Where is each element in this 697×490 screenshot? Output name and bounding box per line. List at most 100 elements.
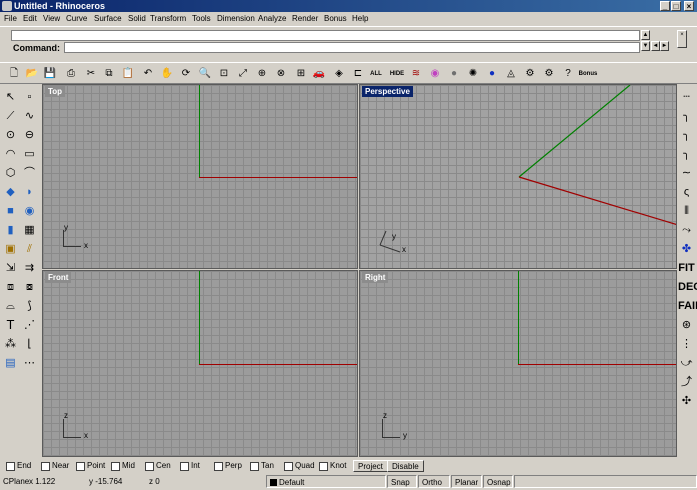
menu-dimension[interactable]: Dimension bbox=[217, 12, 255, 25]
viewport-label-front[interactable]: Front bbox=[45, 272, 72, 283]
osnap-knot-checkbox[interactable] bbox=[319, 462, 328, 471]
light-icon[interactable]: ◬ bbox=[503, 66, 519, 82]
curve-tool-2-icon[interactable]: ╮ bbox=[678, 108, 695, 124]
undo-icon[interactable]: ↶ bbox=[140, 66, 156, 82]
group-icon[interactable]: ⁂ bbox=[2, 336, 19, 352]
osnap-cen-checkbox[interactable] bbox=[145, 462, 154, 471]
move-icon[interactable]: ⇉ bbox=[21, 260, 38, 276]
viewport-top[interactable]: Top y x bbox=[42, 84, 358, 269]
zoom-extents-icon[interactable]: ⤢ bbox=[235, 66, 251, 82]
zoom-dynamic-icon[interactable]: 🔍 bbox=[197, 66, 213, 82]
ellipse-icon[interactable]: ⊖ bbox=[21, 127, 38, 143]
car-icon[interactable]: 🚗 bbox=[311, 66, 327, 82]
cylinder-icon[interactable]: ▮ bbox=[2, 222, 19, 238]
curve-tool-9-icon[interactable]: ✤ bbox=[678, 241, 695, 257]
trim-icon[interactable]: ⌓ bbox=[2, 298, 19, 314]
control-points-icon[interactable]: ⋰ bbox=[21, 317, 38, 333]
status-cplane[interactable]: CPlane bbox=[0, 475, 29, 488]
minimize-button[interactable]: _ bbox=[660, 1, 670, 11]
command-history[interactable] bbox=[11, 30, 640, 41]
status-layer[interactable]: Default bbox=[266, 475, 386, 488]
osnap-end-checkbox[interactable] bbox=[6, 462, 15, 471]
zoom-window-icon[interactable]: ⊡ bbox=[216, 66, 232, 82]
color-wheel-icon[interactable]: ◉ bbox=[427, 66, 443, 82]
bonus-tools-button[interactable]: Bonus bbox=[577, 66, 599, 82]
render-sphere-icon[interactable]: ● bbox=[484, 66, 500, 82]
curve-tool-12-icon[interactable]: ⤻ bbox=[678, 355, 695, 371]
curve-tool-7-icon[interactable]: ⦀ bbox=[678, 203, 695, 219]
transform-icon[interactable]: ⇲ bbox=[2, 260, 19, 276]
copy-icon[interactable]: ⧉ bbox=[101, 66, 117, 82]
render-icon[interactable]: ▣ bbox=[2, 241, 19, 257]
new-icon[interactable]: 🗋 bbox=[6, 66, 22, 82]
status-osnap-button[interactable]: Osnap bbox=[483, 475, 513, 488]
curve-tool-1-icon[interactable]: ┄ bbox=[678, 89, 695, 105]
extrude-icon[interactable]: ◗ bbox=[21, 184, 38, 200]
rhino-app-icon[interactable] bbox=[2, 1, 12, 11]
viewport-perspective[interactable]: Perspective y x bbox=[359, 84, 677, 269]
rectangle-icon[interactable]: ▭ bbox=[21, 146, 38, 162]
shade-sphere-icon[interactable]: ● bbox=[446, 66, 462, 82]
curve-tool-14-icon[interactable]: ✣ bbox=[678, 393, 695, 409]
menu-analyze[interactable]: Analyze bbox=[258, 12, 286, 25]
menu-bonus[interactable]: Bonus bbox=[324, 12, 347, 25]
command-panel-toggle[interactable]: × bbox=[677, 30, 687, 48]
box-icon[interactable]: ■ bbox=[2, 203, 19, 219]
curve-tool-13-icon[interactable]: ⤴ bbox=[678, 374, 695, 390]
status-snap-button[interactable]: Snap bbox=[387, 475, 417, 488]
osnap-point-checkbox[interactable] bbox=[76, 462, 85, 471]
curve-tool-6-icon[interactable]: ς bbox=[678, 184, 695, 200]
fair-button[interactable]: FAIR bbox=[678, 298, 697, 314]
osnap-mid-checkbox[interactable] bbox=[111, 462, 120, 471]
mesh-icon[interactable]: ▦ bbox=[21, 222, 38, 238]
curve-tool-4-icon[interactable]: ╮ bbox=[678, 146, 695, 162]
open-icon[interactable]: 📂 bbox=[24, 66, 40, 82]
curve-icon[interactable]: ∿ bbox=[21, 108, 38, 124]
object-properties-icon[interactable]: ⊏ bbox=[350, 66, 366, 82]
close-button[interactable]: × bbox=[684, 1, 694, 11]
osnap-perp-checkbox[interactable] bbox=[214, 462, 223, 471]
command-input[interactable] bbox=[64, 42, 640, 53]
osnap-disable-button[interactable]: Disable bbox=[387, 460, 424, 472]
zoom-selected-icon[interactable]: ⊕ bbox=[254, 66, 270, 82]
fillet-icon[interactable]: ⌒ bbox=[21, 165, 38, 181]
maximize-button[interactable]: □ bbox=[671, 1, 681, 11]
fit-button[interactable]: FIT bbox=[678, 260, 695, 276]
text-icon[interactable]: T bbox=[2, 317, 19, 333]
curve-tool-3-icon[interactable]: ╮ bbox=[678, 127, 695, 143]
cut-icon[interactable]: ✂ bbox=[83, 66, 99, 82]
zoom-all-icon[interactable]: ⊗ bbox=[273, 66, 289, 82]
osnap-int-checkbox[interactable] bbox=[180, 462, 189, 471]
menu-help[interactable]: Help bbox=[352, 12, 368, 25]
status-ortho-button[interactable]: Ortho bbox=[418, 475, 450, 488]
scroll-left-arrow[interactable]: ◄ bbox=[651, 41, 660, 51]
menu-transform[interactable]: Transform bbox=[150, 12, 186, 25]
point-icon[interactable]: ▫ bbox=[21, 89, 38, 105]
show-all-button[interactable]: ALL bbox=[368, 66, 384, 82]
scroll-right-arrow[interactable]: ► bbox=[660, 41, 669, 51]
deg-button[interactable]: DEG bbox=[678, 279, 697, 295]
osnap-near-checkbox[interactable] bbox=[41, 462, 50, 471]
rotate-view-icon[interactable]: ⟳ bbox=[178, 66, 194, 82]
polygon-icon[interactable]: ⬡ bbox=[2, 165, 19, 181]
menu-edit[interactable]: Edit bbox=[23, 12, 37, 25]
save-icon[interactable]: 💾 bbox=[42, 66, 58, 82]
explode-icon[interactable]: ⟆ bbox=[21, 298, 38, 314]
menu-curve[interactable]: Curve bbox=[66, 12, 87, 25]
four-viewports-icon[interactable]: ⊞ bbox=[293, 66, 309, 82]
viewport-label-top[interactable]: Top bbox=[45, 86, 66, 97]
status-planar-button[interactable]: Planar bbox=[451, 475, 482, 488]
menu-file[interactable]: File bbox=[4, 12, 17, 25]
render-preview-icon[interactable]: ✺ bbox=[465, 66, 481, 82]
menu-solid[interactable]: Solid bbox=[128, 12, 146, 25]
menu-surface[interactable]: Surface bbox=[94, 12, 122, 25]
viewport-front[interactable]: Front z x bbox=[42, 270, 358, 457]
analyze-icon[interactable]: ⋯ bbox=[21, 355, 38, 371]
layers-icon[interactable]: ≋ bbox=[408, 66, 424, 82]
viewport-right[interactable]: Right z y bbox=[359, 270, 677, 457]
block-icon[interactable]: ⌊ bbox=[21, 336, 38, 352]
split-icon[interactable]: ⧈ bbox=[2, 279, 19, 295]
document-properties-icon[interactable]: ⚙ bbox=[541, 66, 557, 82]
surface-icon[interactable]: ◆ bbox=[2, 184, 19, 200]
select-arrow-icon[interactable]: ↖ bbox=[2, 89, 19, 105]
